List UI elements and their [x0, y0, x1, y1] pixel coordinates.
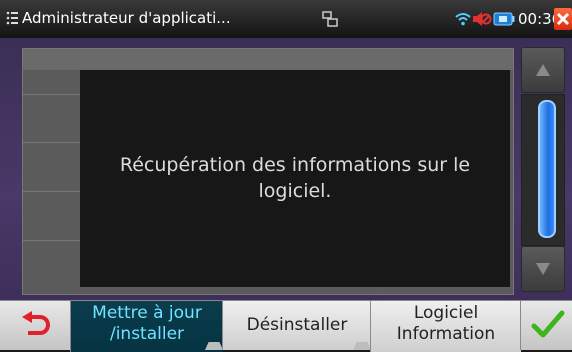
- triangle-up-icon: [536, 64, 550, 76]
- app-menu-icon[interactable]: [6, 10, 18, 26]
- tab-software-information-line-1: Logiciel: [413, 303, 479, 323]
- triangle-down-icon: [536, 263, 550, 275]
- tab-uninstall-label: Désinstaller: [246, 315, 348, 335]
- list-row-divider: [23, 94, 81, 95]
- tab-update-install-line-2: /installer: [109, 324, 185, 344]
- tab-uninstall[interactable]: Désinstaller: [222, 301, 371, 350]
- close-button[interactable]: [554, 8, 572, 30]
- title-bar: Administrateur d'applicati... 00:36: [0, 0, 572, 39]
- back-button[interactable]: [0, 301, 70, 350]
- window-title: Administrateur d'applicati...: [22, 9, 231, 27]
- tab-update-install-line-1: Mettre à jour: [92, 303, 202, 323]
- window-icon[interactable]: [322, 11, 338, 27]
- loading-dialog: Récupération des informations sur le log…: [80, 70, 510, 287]
- list-row-divider: [23, 191, 81, 192]
- tab-software-information[interactable]: Logiciel Information: [370, 301, 521, 352]
- tab-update-install[interactable]: Mettre à jour /installer: [70, 301, 223, 352]
- checkmark-icon: [531, 310, 565, 338]
- wifi-icon: [455, 11, 471, 26]
- main-area: Récupération des informations sur le log…: [0, 38, 572, 300]
- dialog-message-line-1: Récupération des informations sur le: [119, 154, 471, 176]
- dialog-message: Récupération des informations sur le log…: [80, 152, 510, 204]
- bottom-toolbar: Mettre à jour /installer Désinstaller Lo…: [0, 300, 572, 352]
- scroll-down-button[interactable]: [521, 246, 565, 292]
- list-row-divider: [23, 240, 81, 241]
- back-arrow-icon: [22, 311, 50, 335]
- scroll-up-button[interactable]: [521, 47, 565, 93]
- list-row-divider: [23, 142, 81, 143]
- volume-muted-icon[interactable]: [472, 11, 492, 27]
- confirm-button[interactable]: [520, 301, 572, 350]
- battery-icon: [493, 11, 515, 26]
- scrollbar-thumb[interactable]: [538, 100, 556, 238]
- close-icon: [556, 12, 570, 26]
- list-header-strip: [23, 49, 513, 70]
- dialog-message-line-2: logiciel.: [258, 180, 332, 202]
- tab-software-information-line-2: Information: [396, 324, 496, 344]
